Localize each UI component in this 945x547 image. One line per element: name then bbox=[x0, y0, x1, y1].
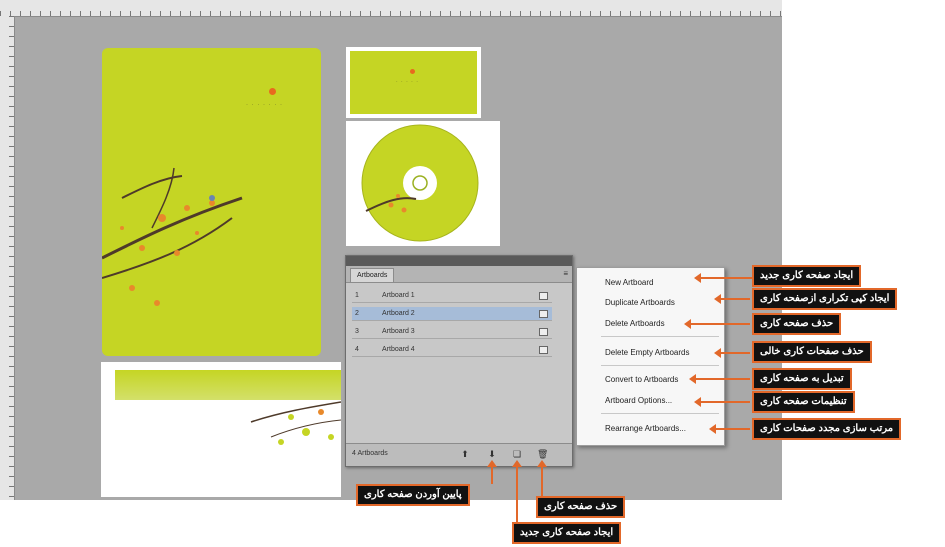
move-up-icon[interactable]: ⬆ bbox=[460, 449, 470, 460]
card-logo-mark bbox=[410, 69, 415, 74]
artboard-name: Artboard 2 bbox=[382, 310, 415, 317]
menu-item-delete-artboards[interactable]: Delete Artboards bbox=[605, 319, 665, 328]
artboard-list: 1 Artboard 1 2 Artboard 2 3 Artboard 3 4… bbox=[352, 289, 552, 361]
menu-item-rearrange-artboards[interactable]: Rearrange Artboards... bbox=[605, 424, 686, 433]
panel-tab-bar: Artboards ≡ bbox=[346, 266, 572, 283]
branch-illustration bbox=[102, 167, 243, 306]
artboard-count: 4 Artboards bbox=[352, 450, 388, 457]
callout-arrow bbox=[714, 294, 750, 304]
cd-disc bbox=[361, 124, 479, 242]
artboard-options-icon[interactable] bbox=[539, 292, 548, 300]
artboard-number: 4 bbox=[355, 346, 359, 353]
panel-menu-icon[interactable]: ≡ bbox=[563, 269, 568, 279]
artboard-number: 3 bbox=[355, 328, 359, 335]
callout-convert: تبدیل به صفحه کاری bbox=[752, 368, 852, 390]
menu-item-delete-empty-artboards[interactable]: Delete Empty Artboards bbox=[605, 348, 689, 357]
menu-item-new-artboard[interactable]: New Artboard bbox=[605, 278, 653, 287]
artboard-number: 2 bbox=[355, 310, 359, 317]
callout-move-down: پایین آوردن صفحه کاری bbox=[356, 484, 470, 506]
callout-options: تنظیمات صفحه کاری bbox=[752, 391, 855, 413]
menu-item-convert-to-artboards[interactable]: Convert to Artboards bbox=[605, 375, 678, 384]
artboard-name: Artboard 1 bbox=[382, 292, 415, 299]
menu-item-duplicate-artboards[interactable]: Duplicate Artboards bbox=[605, 298, 675, 307]
envelope-branch bbox=[250, 401, 341, 445]
artboard-row-3[interactable]: 3 Artboard 3 bbox=[352, 325, 552, 339]
trash-icon[interactable]: 🗑 bbox=[537, 449, 548, 460]
callout-arrow bbox=[689, 374, 750, 384]
menu-divider bbox=[601, 336, 719, 337]
vertical-ruler[interactable] bbox=[0, 16, 15, 500]
callout-duplicate: ایجاد کپی تکراری ازصفحه کاری bbox=[752, 288, 898, 310]
callout-arrow bbox=[512, 460, 522, 522]
artboard-row-4[interactable]: 4 Artboard 4 bbox=[352, 343, 552, 357]
menu-divider bbox=[601, 413, 719, 414]
new-artboard-icon[interactable]: ❏ bbox=[512, 449, 522, 460]
panel-title-bar[interactable] bbox=[346, 256, 572, 266]
artboard-options-icon[interactable] bbox=[539, 346, 548, 354]
move-down-icon[interactable]: ⬇ bbox=[487, 449, 497, 460]
panel-flyout-menu: New Artboard Duplicate Artboards Delete … bbox=[576, 267, 725, 446]
tab-artboards[interactable]: Artboards bbox=[350, 268, 395, 282]
callout-delete: حذف صفحه کاری bbox=[752, 313, 842, 335]
callout-footer-new: ایجاد صفحه کاری جدید bbox=[512, 522, 622, 544]
artboard-row-2[interactable]: 2 Artboard 2 bbox=[352, 307, 552, 321]
artboard-number: 1 bbox=[355, 292, 359, 299]
callout-arrow bbox=[487, 460, 497, 484]
callout-rearrange: مرتب سازی مجدد صفحات کاری bbox=[752, 418, 902, 440]
callout-arrow bbox=[694, 397, 750, 407]
artboard-name: Artboard 4 bbox=[382, 346, 415, 353]
callout-arrow bbox=[684, 319, 750, 329]
callout-arrow bbox=[714, 348, 750, 358]
callout-arrow bbox=[694, 273, 752, 283]
artboard-brochure[interactable]: · · · · · · · bbox=[102, 48, 321, 356]
card-logo-text: · · · · · bbox=[396, 79, 419, 85]
callout-new-artboard: ایجاد صفحه کاری جدید bbox=[752, 265, 862, 287]
horizontal-ruler[interactable] bbox=[0, 0, 782, 17]
artboard-envelope[interactable] bbox=[101, 362, 341, 497]
artboard-options-icon[interactable] bbox=[539, 310, 548, 318]
callout-footer-delete: حذف صفحه کاری bbox=[536, 496, 626, 518]
artboard-cd[interactable] bbox=[346, 121, 500, 246]
callout-arrow bbox=[537, 460, 547, 496]
artboard-card[interactable]: · · · · · bbox=[346, 47, 481, 118]
artboard-row-1[interactable]: 1 Artboard 1 bbox=[352, 289, 552, 303]
menu-divider bbox=[601, 365, 719, 366]
artboards-panel: Artboards ≡ 1 Artboard 1 2 Artboard 2 3 … bbox=[345, 255, 573, 467]
artboard-options-icon[interactable] bbox=[539, 328, 548, 336]
artboard-name: Artboard 3 bbox=[382, 328, 415, 335]
menu-item-artboard-options[interactable]: Artboard Options... bbox=[605, 396, 672, 405]
callout-arrow bbox=[709, 424, 750, 434]
callout-delete-empty: حذف صفحات کاری خالی bbox=[752, 341, 872, 363]
